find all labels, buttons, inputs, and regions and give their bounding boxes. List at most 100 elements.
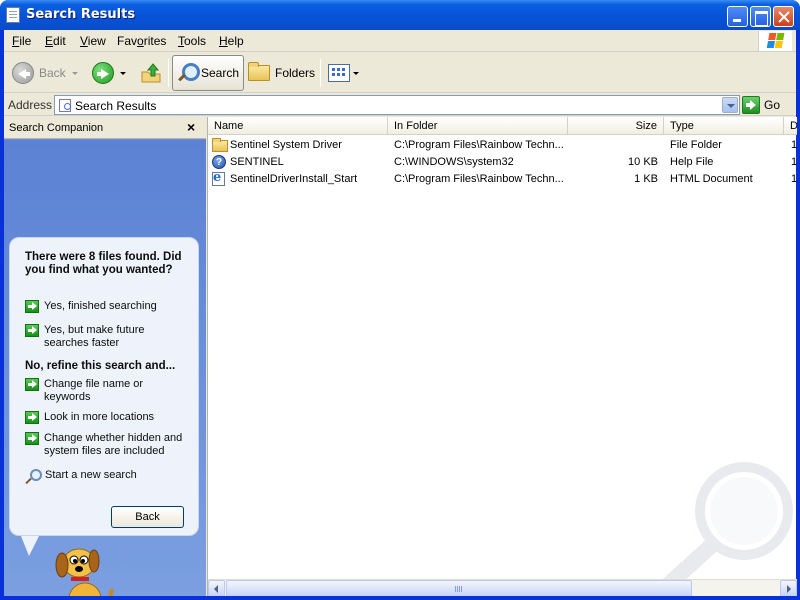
views-button[interactable] <box>328 55 359 91</box>
toolbar-separator <box>320 59 321 87</box>
option-label: Change whether hidden and system files a… <box>44 432 183 457</box>
menu-tools[interactable]: Tools <box>178 34 206 48</box>
windows-logo <box>758 31 792 51</box>
back-label: Back <box>39 66 66 80</box>
companion-close-icon[interactable]: × <box>187 119 195 135</box>
menu-view[interactable]: View <box>80 34 106 48</box>
address-field[interactable]: Search Results <box>54 95 740 115</box>
companion-back-button[interactable]: Back <box>111 506 184 528</box>
magnifier-watermark-icon <box>650 462 793 599</box>
column-header-size[interactable]: Size <box>568 117 664 135</box>
close-button[interactable] <box>773 6 794 27</box>
maximize-button[interactable] <box>750 6 771 27</box>
window-title: Search Results <box>26 7 136 22</box>
scrollbar-thumb[interactable] <box>226 580 692 597</box>
results-list-view[interactable]: Name In Folder Size Type D Sentinel Syst… <box>207 117 798 599</box>
cell-folder: C:\WINDOWS\system32 <box>394 156 514 168</box>
up-folder-button[interactable] <box>140 55 162 91</box>
menu-favorites[interactable]: Favorites <box>117 34 166 48</box>
scroll-left-button[interactable] <box>208 580 225 597</box>
go-arrow-icon <box>742 96 760 114</box>
option-label: Change file name or keywords <box>44 378 144 403</box>
horizontal-scrollbar[interactable] <box>208 579 797 597</box>
forward-dropdown-icon <box>120 71 126 75</box>
search-label: Search <box>200 66 239 80</box>
cell-name: SentinelDriverInstall_Start <box>230 173 358 185</box>
cell-date: 1 <box>791 139 797 151</box>
title-bar[interactable]: Search Results <box>0 0 800 30</box>
folder-icon <box>212 138 228 152</box>
cell-size: 10 KB <box>628 156 658 168</box>
column-header-in-folder[interactable]: In Folder <box>388 117 568 135</box>
option-change-file-name[interactable]: Change file name or keywords <box>25 378 174 404</box>
minimize-button[interactable] <box>727 6 748 27</box>
start-new-search-link[interactable]: Start a new search <box>25 469 137 485</box>
window-client: File Edit View Favorites Tools Help Back <box>4 30 798 600</box>
scroll-right-button[interactable] <box>780 580 797 597</box>
cell-name: Sentinel System Driver <box>230 139 342 151</box>
cell-folder: C:\Program Files\Rainbow Techn... <box>394 173 564 185</box>
search-results-icon <box>59 99 71 112</box>
up-folder-icon <box>141 63 161 83</box>
cell-type: HTML Document <box>670 173 753 185</box>
address-label: Address <box>8 98 53 112</box>
go-button[interactable]: Go <box>742 96 780 114</box>
document-icon <box>6 7 20 23</box>
back-button[interactable]: Back <box>12 55 78 91</box>
option-label: Yes, finished searching <box>44 300 157 312</box>
cell-folder: C:\Program Files\Rainbow Techn... <box>394 139 564 151</box>
refine-heading: No, refine this search and... <box>25 360 176 372</box>
column-header-date[interactable]: D <box>784 117 798 135</box>
column-headers: Name In Folder Size Type D <box>208 117 798 135</box>
option-label: Yes, but make future searches faster <box>44 324 145 349</box>
address-dropdown-button[interactable] <box>722 97 738 113</box>
forward-arrow-icon <box>92 62 114 84</box>
address-value: Search Results <box>75 99 157 113</box>
standard-toolbar: Back Search Folders <box>4 53 796 93</box>
option-more-locations[interactable]: Look in more locations <box>25 411 174 424</box>
search-icon <box>176 62 200 84</box>
window-frame-bottom <box>0 596 800 600</box>
menu-edit[interactable]: Edit <box>45 34 66 48</box>
results-question: There were 8 files found. Did you find w… <box>25 251 182 276</box>
column-header-name[interactable]: Name <box>208 117 388 135</box>
table-row[interactable]: ? SENTINEL C:\WINDOWS\system32 10 KB Hel… <box>208 154 797 171</box>
option-hidden-system-files[interactable]: Change whether hidden and system files a… <box>25 432 189 458</box>
views-dropdown-icon <box>353 71 359 75</box>
green-arrow-icon <box>25 378 39 391</box>
cell-name: SENTINEL <box>230 156 284 168</box>
column-header-type[interactable]: Type <box>664 117 784 135</box>
green-arrow-icon <box>25 411 39 424</box>
go-label: Go <box>764 98 781 112</box>
balloon-tail <box>21 536 39 556</box>
menu-file[interactable]: File <box>12 34 31 48</box>
address-bar: Address Search Results Go <box>4 94 796 116</box>
table-row[interactable]: SentinelDriverInstall_Start C:\Program F… <box>208 170 797 188</box>
option-finished-searching[interactable]: Yes, finished searching <box>25 300 174 313</box>
cell-date: 1 <box>791 173 797 185</box>
forward-button[interactable] <box>92 55 126 91</box>
cell-date: 1 <box>791 156 797 168</box>
html-document-icon <box>212 170 228 187</box>
search-dog-icon <box>55 548 114 600</box>
cell-type: File Folder <box>670 139 722 151</box>
explorer-window: Search Results File Edit View Favorites … <box>0 0 800 600</box>
option-future-searches-faster[interactable]: Yes, but make future searches faster <box>25 324 174 350</box>
companion-title: Search Companion <box>9 122 104 134</box>
cell-type: Help File <box>670 156 714 168</box>
windows-flag-icon <box>766 33 786 49</box>
magnifier-icon <box>25 469 42 485</box>
toolbar-separator <box>168 59 169 87</box>
new-search-label: Start a new search <box>45 469 137 481</box>
folders-button[interactable]: Folders <box>248 55 315 91</box>
option-label: Look in more locations <box>44 411 155 423</box>
companion-header: Search Companion × <box>4 117 206 139</box>
companion-body: There were 8 files found. Did you find w… <box>4 140 206 600</box>
menu-help[interactable]: Help <box>219 34 244 48</box>
back-arrow-icon <box>12 62 34 84</box>
search-button[interactable]: Search <box>172 55 244 91</box>
cell-size: 1 KB <box>634 173 658 185</box>
green-arrow-icon <box>25 300 39 313</box>
table-row[interactable]: Sentinel System Driver C:\Program Files\… <box>208 137 797 154</box>
search-companion-pane: Search Companion × There were 8 files fo… <box>4 117 206 600</box>
